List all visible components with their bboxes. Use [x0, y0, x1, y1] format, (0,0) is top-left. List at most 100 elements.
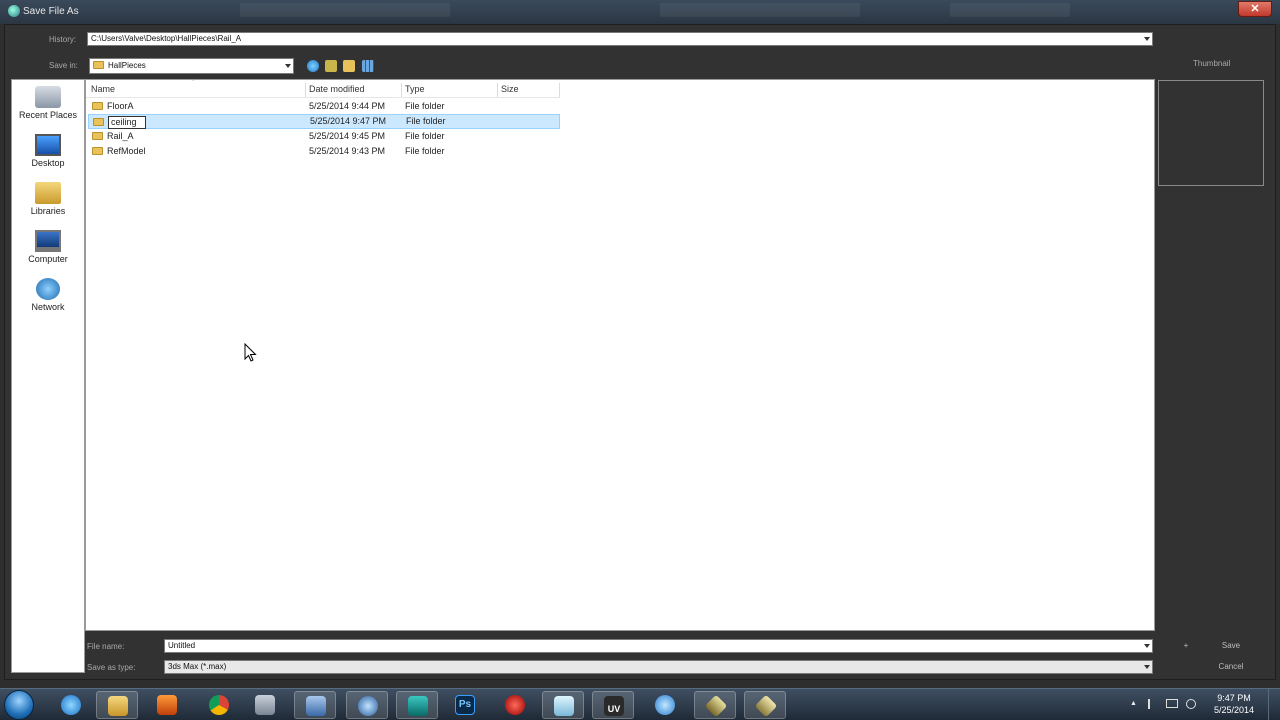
calculator-icon	[255, 695, 275, 715]
taskbar-ie[interactable]	[50, 691, 92, 719]
tool-b-icon	[754, 694, 778, 718]
table-row[interactable]: RefModel 5/25/2014 9:43 PM File folder	[88, 144, 560, 159]
close-button[interactable]: ✕	[1238, 1, 1272, 17]
taskbar-tool-b[interactable]	[744, 691, 786, 719]
red-app-icon	[505, 695, 525, 715]
save-as-type-select[interactable]: 3ds Max (*.max)	[164, 660, 1153, 674]
show-desktop-button[interactable]	[1268, 689, 1280, 720]
place-desktop[interactable]: Desktop	[12, 134, 84, 168]
media-player-icon	[157, 695, 177, 715]
taskbar: Ps UV ▲ 9:47 PM 5/25/2014	[0, 688, 1280, 720]
file-explorer-icon	[108, 696, 128, 716]
taskbar-tool-a[interactable]	[694, 691, 736, 719]
window-title: Save File As	[23, 6, 79, 17]
place-recent-places[interactable]: Recent Places	[12, 86, 84, 120]
tray-overflow-icon[interactable]: ▲	[1130, 700, 1137, 707]
chevron-down-icon[interactable]	[1144, 665, 1150, 669]
row-type: File folder	[405, 101, 445, 111]
column-divider[interactable]	[497, 83, 498, 97]
taskbar-3ds-max[interactable]	[396, 691, 438, 719]
thumbnail-preview	[1158, 80, 1264, 186]
row-name: RefModel	[107, 146, 146, 156]
plus-button[interactable]: +	[1181, 641, 1191, 650]
chevron-down-icon[interactable]	[285, 64, 291, 68]
row-name-cell: ceiling	[93, 116, 146, 129]
row-type: File folder	[405, 146, 445, 156]
column-divider[interactable]	[305, 83, 306, 97]
history-value: C:\Users\Valve\Desktop\HallPieces\Rail_A	[91, 34, 242, 43]
rename-input[interactable]: ceiling	[108, 116, 146, 129]
folder-icon	[92, 132, 103, 140]
title-bar[interactable]: Save File As ✕	[0, 0, 1280, 24]
taskbar-notepad[interactable]	[542, 691, 584, 719]
notepad-icon	[554, 696, 574, 716]
action-center-flag-icon[interactable]	[1148, 699, 1158, 709]
folder-icon	[92, 102, 103, 110]
column-header-size[interactable]: Size	[501, 84, 519, 94]
places-bar: Recent Places Desktop Libraries Computer…	[11, 79, 85, 673]
taskbar-photoshop[interactable]: Ps	[444, 691, 486, 719]
column-header-date[interactable]: Date modified	[309, 84, 365, 94]
system-clock[interactable]: 9:47 PM 5/25/2014	[1214, 692, 1254, 716]
chrome-icon	[209, 695, 229, 715]
back-icon[interactable]	[307, 60, 319, 72]
taskbar-calculator[interactable]	[244, 691, 286, 719]
table-row-selected[interactable]: ceiling 5/25/2014 9:47 PM File folder	[88, 114, 560, 129]
column-header-type[interactable]: Type	[405, 84, 425, 94]
column-divider[interactable]	[559, 83, 560, 97]
up-folder-icon[interactable]	[325, 60, 337, 72]
3ds-max-icon	[408, 696, 428, 716]
place-network[interactable]: Network	[12, 278, 84, 312]
file-name-input[interactable]: Untitled	[164, 639, 1153, 653]
chevron-down-icon[interactable]	[1144, 37, 1150, 41]
save-as-type-value: 3ds Max (*.max)	[168, 662, 227, 671]
itunes-icon	[655, 695, 675, 715]
save-in-combo[interactable]: HallPieces	[89, 58, 294, 74]
row-date: 5/25/2014 9:45 PM	[309, 131, 386, 141]
thumbnail-label: Thumbnail	[1193, 59, 1231, 68]
taskbar-chrome[interactable]	[198, 691, 240, 719]
clock-time: 9:47 PM	[1217, 693, 1251, 703]
volume-icon[interactable]	[1186, 699, 1196, 709]
taskbar-explorer[interactable]	[96, 691, 138, 719]
folder-icon	[93, 61, 104, 69]
table-row[interactable]: FloorA 5/25/2014 9:44 PM File folder	[88, 99, 560, 114]
table-row[interactable]: Rail_A 5/25/2014 9:45 PM File folder	[88, 129, 560, 144]
clock-date: 5/25/2014	[1213, 705, 1254, 715]
row-date: 5/25/2014 9:44 PM	[309, 101, 386, 111]
file-name-value: Untitled	[168, 641, 196, 650]
history-combo[interactable]: C:\Users\Valve\Desktop\HallPieces\Rail_A	[87, 32, 1153, 46]
libraries-icon	[35, 182, 61, 204]
row-name-cell: FloorA	[92, 101, 134, 111]
row-type: File folder	[405, 131, 445, 141]
desktop-icon	[35, 134, 61, 156]
place-libraries[interactable]: Libraries	[12, 182, 84, 216]
save-in-value: HallPieces	[108, 61, 146, 70]
save-button[interactable]: Save	[1211, 641, 1251, 650]
view-menu-icon[interactable]	[362, 60, 374, 72]
row-name-cell: RefModel	[92, 146, 146, 156]
taskbar-uv-layout[interactable]: UV	[592, 691, 634, 719]
file-name-label: File name:	[87, 642, 125, 651]
taskbar-network-tool[interactable]	[346, 691, 388, 719]
column-header-name[interactable]: Name	[91, 84, 115, 94]
folder-icon	[93, 118, 104, 126]
save-in-label: Save in:	[49, 61, 78, 70]
column-divider[interactable]	[401, 83, 402, 97]
row-date: 5/25/2014 9:43 PM	[309, 146, 386, 156]
network-tool-icon	[358, 696, 378, 716]
network-tray-icon[interactable]	[1166, 699, 1178, 708]
taskbar-red-app[interactable]	[494, 691, 536, 719]
title-bar-blur	[660, 3, 860, 17]
taskbar-media-player[interactable]	[146, 691, 188, 719]
start-button[interactable]	[4, 690, 34, 720]
taskbar-window[interactable]	[294, 691, 336, 719]
chevron-down-icon[interactable]	[1144, 644, 1150, 648]
photoshop-icon: Ps	[455, 695, 475, 715]
place-computer[interactable]: Computer	[12, 230, 84, 264]
new-folder-icon[interactable]	[343, 60, 355, 72]
row-name: FloorA	[107, 101, 134, 111]
cancel-button[interactable]: Cancel	[1211, 662, 1251, 671]
window-manager-icon	[306, 696, 326, 716]
taskbar-itunes[interactable]	[644, 691, 686, 719]
